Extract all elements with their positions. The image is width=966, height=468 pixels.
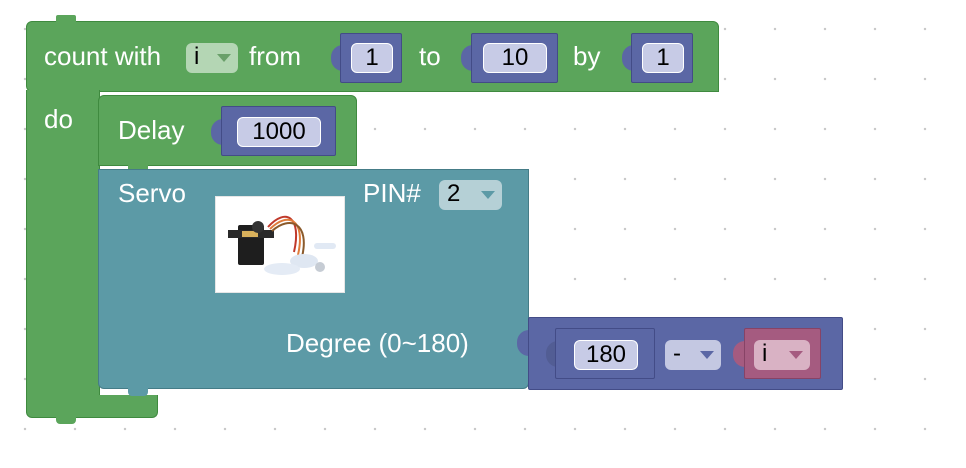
left-operand-socket[interactable]: 180 [555,328,655,379]
by-socket[interactable]: 1 [631,33,693,83]
from-number-field[interactable]: 1 [351,43,393,73]
servo-bottom-notch [128,388,148,396]
chevron-down-icon [217,54,231,62]
loop-variable-value: i [194,43,200,70]
count-loop-block-bottom [26,395,158,418]
pin-dropdown[interactable]: 2 [439,180,502,210]
by-number-field[interactable]: 1 [642,43,684,73]
servo-label: Servo [118,178,186,208]
pin-value: 2 [447,180,461,207]
to-number-field[interactable]: 10 [483,43,547,73]
variable-value: i [762,340,768,367]
to-socket[interactable]: 10 [471,33,558,83]
left-operand-number-field[interactable]: 180 [574,340,638,370]
do-label: do [44,104,73,134]
delay-label: Delay [118,115,185,145]
chevron-down-icon [789,351,803,359]
from-label: from [249,41,301,71]
servo-motor-icon [228,215,336,275]
count-loop-block-arm [26,90,100,396]
by-label: by [573,41,601,71]
variable-dropdown[interactable]: i [754,340,810,370]
servo-motor-image [215,196,345,293]
count-with-label: count with [44,41,162,71]
blockly-workspace[interactable]: count with i from 1 to 10 by 1 do Delay … [0,0,966,468]
operator-value: - [673,340,681,367]
chevron-down-icon [481,191,495,199]
degree-label: Degree (0~180) [286,328,469,358]
loop-top-notch [56,15,76,23]
pin-label: PIN# [363,178,421,208]
variable-get-block[interactable]: i [744,328,821,379]
operator-dropdown[interactable]: - [665,340,721,370]
from-socket[interactable]: 1 [340,33,402,83]
loop-variable-dropdown[interactable]: i [186,43,238,73]
delay-number-field[interactable]: 1000 [237,117,321,147]
to-label: to [419,41,441,71]
chevron-down-icon [700,351,714,359]
loop-bottom-notch [56,416,76,424]
delay-socket[interactable]: 1000 [221,106,336,156]
